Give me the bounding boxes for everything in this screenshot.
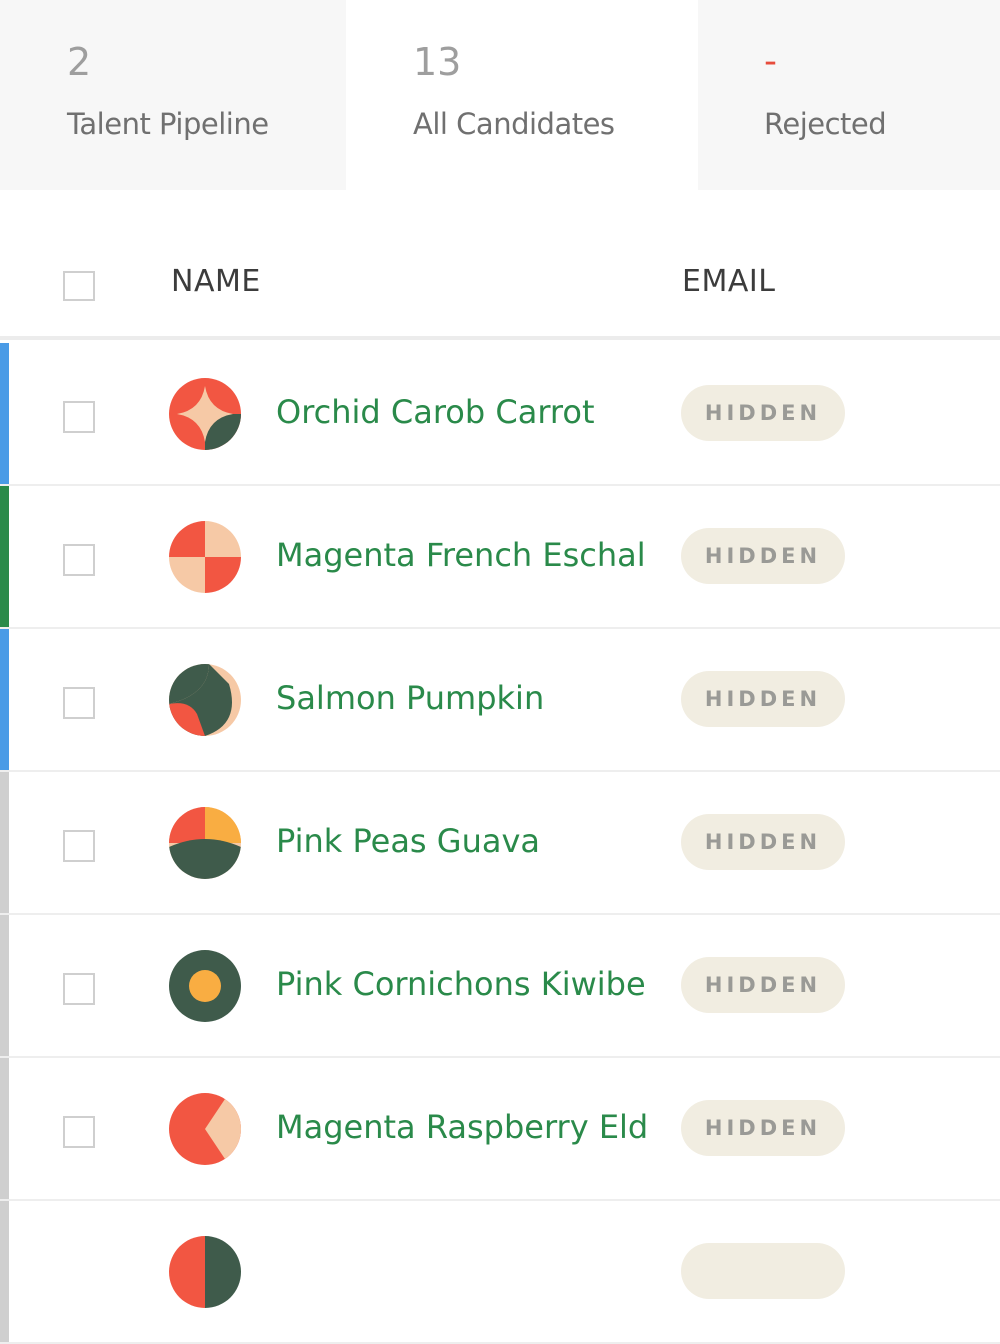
- table-row[interactable]: Magenta Raspberry Eld HIDDEN: [0, 1058, 1000, 1201]
- table-row[interactable]: Salmon Pumpkin HIDDEN: [0, 629, 1000, 772]
- table-row[interactable]: Pink Cornichons Kiwibe HIDDEN: [0, 915, 1000, 1058]
- wedge-avatar-icon: [169, 1093, 241, 1165]
- table-row[interactable]: [0, 1201, 1000, 1344]
- table-header: NAME EMAIL: [0, 190, 1000, 340]
- star-avatar-icon: [169, 378, 241, 450]
- tab-all-candidates[interactable]: 13 All Candidates: [346, 0, 698, 190]
- candidate-list: Orchid Carob Carrot HIDDEN Magenta Frenc…: [0, 343, 1000, 1344]
- tab-label: Rejected: [764, 107, 887, 141]
- tab-label: Talent Pipeline: [67, 107, 269, 141]
- tab-label: All Candidates: [413, 107, 615, 141]
- email-hidden-badge: HIDDEN: [681, 528, 845, 584]
- row-checkbox[interactable]: [63, 401, 95, 433]
- email-hidden-badge: HIDDEN: [681, 814, 845, 870]
- row-checkbox[interactable]: [63, 973, 95, 1005]
- ring-avatar-icon: [169, 950, 241, 1022]
- partial-avatar-icon: [169, 1236, 241, 1308]
- tab-rejected[interactable]: - Rejected: [698, 0, 1000, 190]
- status-indicator: [0, 915, 9, 1056]
- split-avatar-icon: [169, 807, 241, 879]
- status-indicator: [0, 343, 9, 484]
- email-hidden-badge: [681, 1243, 845, 1299]
- status-indicator: [0, 486, 9, 627]
- tab-count: -: [764, 41, 777, 82]
- tab-talent-pipeline[interactable]: 2 Talent Pipeline: [0, 0, 346, 190]
- column-header-email[interactable]: EMAIL: [682, 264, 775, 299]
- table-row[interactable]: Pink Peas Guava HIDDEN: [0, 772, 1000, 915]
- row-checkbox[interactable]: [63, 830, 95, 862]
- pipeline-tabs: 2 Talent Pipeline 13 All Candidates - Re…: [0, 0, 1000, 190]
- email-hidden-badge: HIDDEN: [681, 1100, 845, 1156]
- column-header-name[interactable]: NAME: [171, 264, 261, 299]
- row-checkbox[interactable]: [63, 1116, 95, 1148]
- candidate-name-link[interactable]: Pink Peas Guava: [276, 819, 646, 863]
- quadrant-avatar-icon: [169, 521, 241, 593]
- status-indicator: [0, 772, 9, 913]
- email-hidden-badge: HIDDEN: [681, 385, 845, 441]
- candidate-name-link[interactable]: Magenta French Eschal: [276, 533, 646, 577]
- candidate-name-link[interactable]: Magenta Raspberry Eld: [276, 1105, 646, 1149]
- status-indicator: [0, 629, 9, 770]
- email-hidden-badge: HIDDEN: [681, 671, 845, 727]
- table-row[interactable]: Orchid Carob Carrot HIDDEN: [0, 343, 1000, 486]
- row-checkbox[interactable]: [63, 544, 95, 576]
- select-all-checkbox[interactable]: [63, 271, 95, 301]
- status-indicator: [0, 1058, 9, 1199]
- candidate-name-link[interactable]: Pink Cornichons Kiwibe: [276, 962, 646, 1006]
- tab-count: 13: [413, 40, 462, 84]
- leaf-avatar-icon: [169, 664, 241, 736]
- tab-count: 2: [67, 40, 92, 84]
- row-checkbox[interactable]: [63, 687, 95, 719]
- candidate-name-link[interactable]: Orchid Carob Carrot: [276, 390, 646, 434]
- table-row[interactable]: Magenta French Eschal HIDDEN: [0, 486, 1000, 629]
- status-indicator: [0, 1201, 9, 1342]
- email-hidden-badge: HIDDEN: [681, 957, 845, 1013]
- candidate-name-link[interactable]: Salmon Pumpkin: [276, 676, 646, 720]
